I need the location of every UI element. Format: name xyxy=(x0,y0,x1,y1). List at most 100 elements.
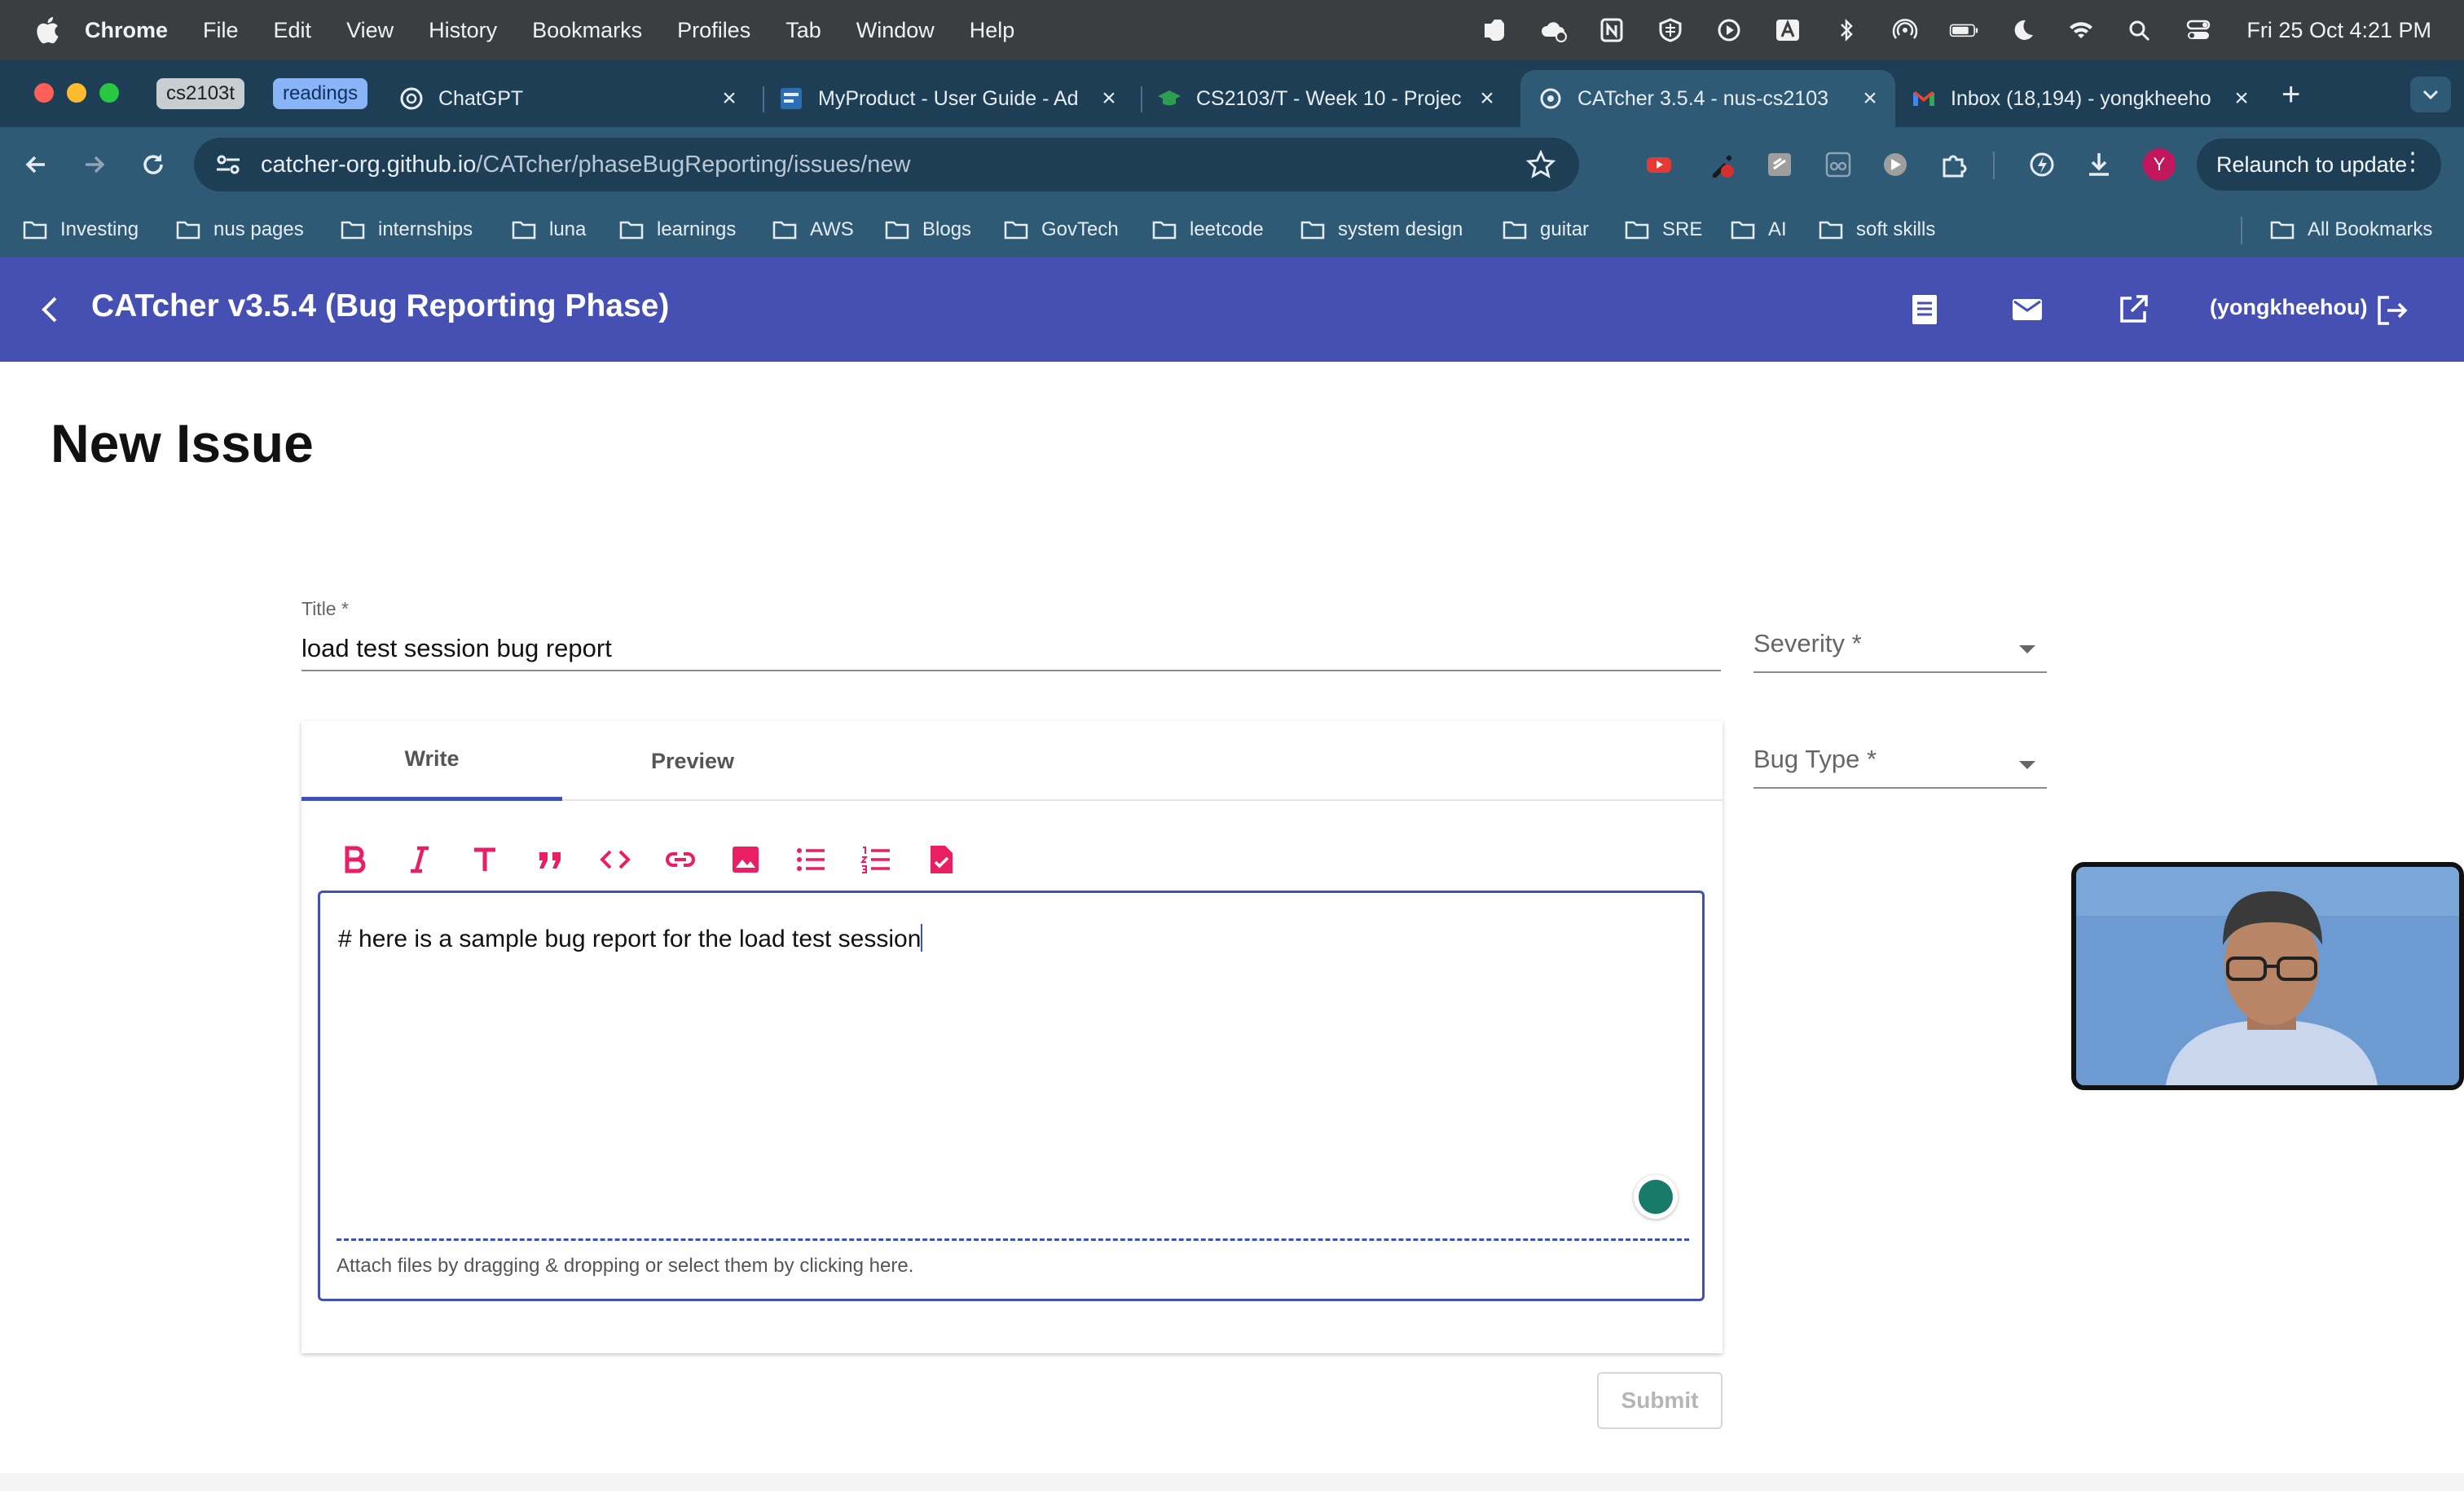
url-text[interactable]: catcher-org.github.io/CATcher/phaseBugRe… xyxy=(261,152,910,178)
all-bookmarks-folder[interactable]: All Bookmarks xyxy=(2270,213,2432,246)
italic-button[interactable] xyxy=(399,839,440,880)
window-zoom-button[interactable] xyxy=(99,83,119,103)
bookmark-folder-leetcode[interactable]: leetcode xyxy=(1152,213,1264,246)
tab-myproduct-user-guide[interactable]: MyProduct - User Guide - Ad × xyxy=(779,70,1121,127)
new-tab-button[interactable]: + xyxy=(2281,78,2300,111)
bookmark-folder-internships[interactable]: internships xyxy=(341,213,473,246)
grid-icon[interactable] xyxy=(1655,16,1686,44)
keyboard-a-icon[interactable] xyxy=(1772,16,1803,44)
tab-write[interactable]: Write xyxy=(301,721,562,801)
menu-window[interactable]: Window xyxy=(856,18,935,43)
open-in-new-icon[interactable] xyxy=(2115,292,2151,328)
reader-extension-icon[interactable] xyxy=(1822,148,1855,181)
forward-button[interactable] xyxy=(75,145,114,184)
title-input[interactable] xyxy=(301,627,1721,671)
search-icon[interactable] xyxy=(2124,16,2155,44)
bookmark-folder-aws[interactable]: AWS xyxy=(772,213,854,246)
mail-icon[interactable] xyxy=(2009,292,2045,328)
evernote-icon[interactable] xyxy=(1479,16,1510,44)
tab-close-icon[interactable]: × xyxy=(1475,85,1499,112)
battery-icon[interactable] xyxy=(1948,16,1979,44)
menu-file[interactable]: File xyxy=(203,18,239,43)
window-minimize-button[interactable] xyxy=(67,83,86,103)
code-button[interactable] xyxy=(595,839,636,880)
logout-icon[interactable] xyxy=(2374,293,2409,328)
link-button[interactable] xyxy=(660,839,701,880)
moon-icon[interactable] xyxy=(2007,16,2038,44)
relaunch-to-update-button[interactable]: Relaunch to update ⋮ xyxy=(2197,139,2441,191)
bookmark-folder-nus-pages[interactable]: nus pages xyxy=(176,213,304,246)
tab-catcher-active[interactable]: CATcher 3.5.4 - nus-cs2103 × xyxy=(1520,70,1895,127)
more-vert-icon[interactable]: ⋮ xyxy=(2400,150,2425,174)
notes-extension-icon[interactable] xyxy=(1763,148,1796,181)
download-icon[interactable] xyxy=(2083,148,2115,181)
tab-close-icon[interactable]: × xyxy=(1858,85,1882,112)
tab-close-icon[interactable]: × xyxy=(717,85,741,112)
cloud-icon[interactable] xyxy=(1538,16,1569,44)
tab-gmail-inbox[interactable]: Inbox (18,194) - yongkheeho × xyxy=(1912,70,2254,127)
address-bar[interactable]: catcher-org.github.io/CATcher/phaseBugRe… xyxy=(194,138,1579,191)
grammarly-icon[interactable] xyxy=(1634,1175,1678,1219)
issues-list-icon[interactable] xyxy=(1907,292,1943,328)
tab-close-icon[interactable]: × xyxy=(1097,85,1121,112)
back-button[interactable] xyxy=(16,145,55,184)
attach-files-hint[interactable]: Attach files by dragging & dropping or s… xyxy=(337,1255,913,1278)
submit-button[interactable]: Submit xyxy=(1597,1372,1723,1429)
media-extension-icon[interactable] xyxy=(1879,148,1912,181)
bookmark-folder-system-design[interactable]: system design xyxy=(1300,213,1463,246)
bug-type-select[interactable]: Bug Type * xyxy=(1753,737,2047,789)
bookmark-folder-sre[interactable]: SRE xyxy=(1625,213,1702,246)
extensions-puzzle-icon[interactable] xyxy=(1938,148,1970,181)
quote-button[interactable] xyxy=(530,839,570,880)
bookmark-folder-learnings[interactable]: learnings xyxy=(619,213,736,246)
bookmark-folder-luna[interactable]: luna xyxy=(512,213,586,246)
severity-select[interactable]: Severity * xyxy=(1753,621,2047,673)
tab-group-readings[interactable]: readings xyxy=(273,78,368,109)
site-info-icon[interactable] xyxy=(212,148,244,181)
window-close-button[interactable] xyxy=(34,83,54,103)
youtube-extension-icon[interactable] xyxy=(1643,148,1675,181)
menubar-clock[interactable]: Fri 25 Oct 4:21 PM xyxy=(2246,18,2431,43)
menu-profiles[interactable]: Profiles xyxy=(677,18,750,43)
back-arrow-icon[interactable] xyxy=(34,293,67,326)
task-list-button[interactable] xyxy=(921,839,961,880)
bookmark-folder-soft-skills[interactable]: soft skills xyxy=(1819,213,1935,246)
control-center-icon[interactable] xyxy=(2183,16,2214,44)
menu-view[interactable]: View xyxy=(346,18,394,43)
numbered-list-button[interactable] xyxy=(856,839,896,880)
textarea-content[interactable]: # here is a sample bug report for the lo… xyxy=(338,924,923,953)
tab-preview[interactable]: Preview xyxy=(562,721,823,801)
reload-button[interactable] xyxy=(134,145,173,184)
wifi-icon[interactable] xyxy=(2066,16,2097,44)
menu-bookmarks[interactable]: Bookmarks xyxy=(532,18,642,43)
description-textarea[interactable]: # here is a sample bug report for the lo… xyxy=(318,891,1705,1301)
airdrop-icon[interactable] xyxy=(1890,16,1921,44)
heading-button[interactable] xyxy=(464,839,505,880)
menu-app-name[interactable]: Chrome xyxy=(85,18,168,43)
bulleted-list-button[interactable] xyxy=(790,839,831,880)
tab-group-cs2103t[interactable]: cs2103t xyxy=(156,78,245,109)
notion-icon[interactable] xyxy=(1596,16,1627,44)
tab-cs2103-week10[interactable]: CS2103/T - Week 10 - Projec × xyxy=(1157,70,1499,127)
apple-icon[interactable] xyxy=(33,15,60,46)
performance-icon[interactable] xyxy=(2026,148,2058,181)
menu-tab[interactable]: Tab xyxy=(785,18,821,43)
bold-button[interactable] xyxy=(334,839,375,880)
bookmark-folder-ai[interactable]: AI xyxy=(1731,213,1787,246)
bluetooth-icon[interactable] xyxy=(1831,16,1862,44)
bookmark-folder-guitar[interactable]: guitar xyxy=(1503,213,1589,246)
tab-search-button[interactable] xyxy=(2410,77,2451,112)
webcam-overlay[interactable] xyxy=(2071,862,2464,1090)
tab-close-icon[interactable]: × xyxy=(2229,85,2254,112)
bookmark-star-icon[interactable] xyxy=(1525,149,1556,180)
eyedropper-extension-icon[interactable] xyxy=(1706,148,1739,181)
bookmark-folder-govtech[interactable]: GovTech xyxy=(1004,213,1119,246)
menu-help[interactable]: Help xyxy=(970,18,1015,43)
menu-history[interactable]: History xyxy=(429,18,497,43)
image-button[interactable] xyxy=(725,839,766,880)
bookmark-folder-blogs[interactable]: Blogs xyxy=(885,213,971,246)
play-icon[interactable] xyxy=(1714,16,1745,44)
tab-chatgpt[interactable]: ChatGPT × xyxy=(399,70,741,127)
menu-edit[interactable]: Edit xyxy=(274,18,312,43)
profile-avatar[interactable]: Y xyxy=(2143,148,2176,181)
